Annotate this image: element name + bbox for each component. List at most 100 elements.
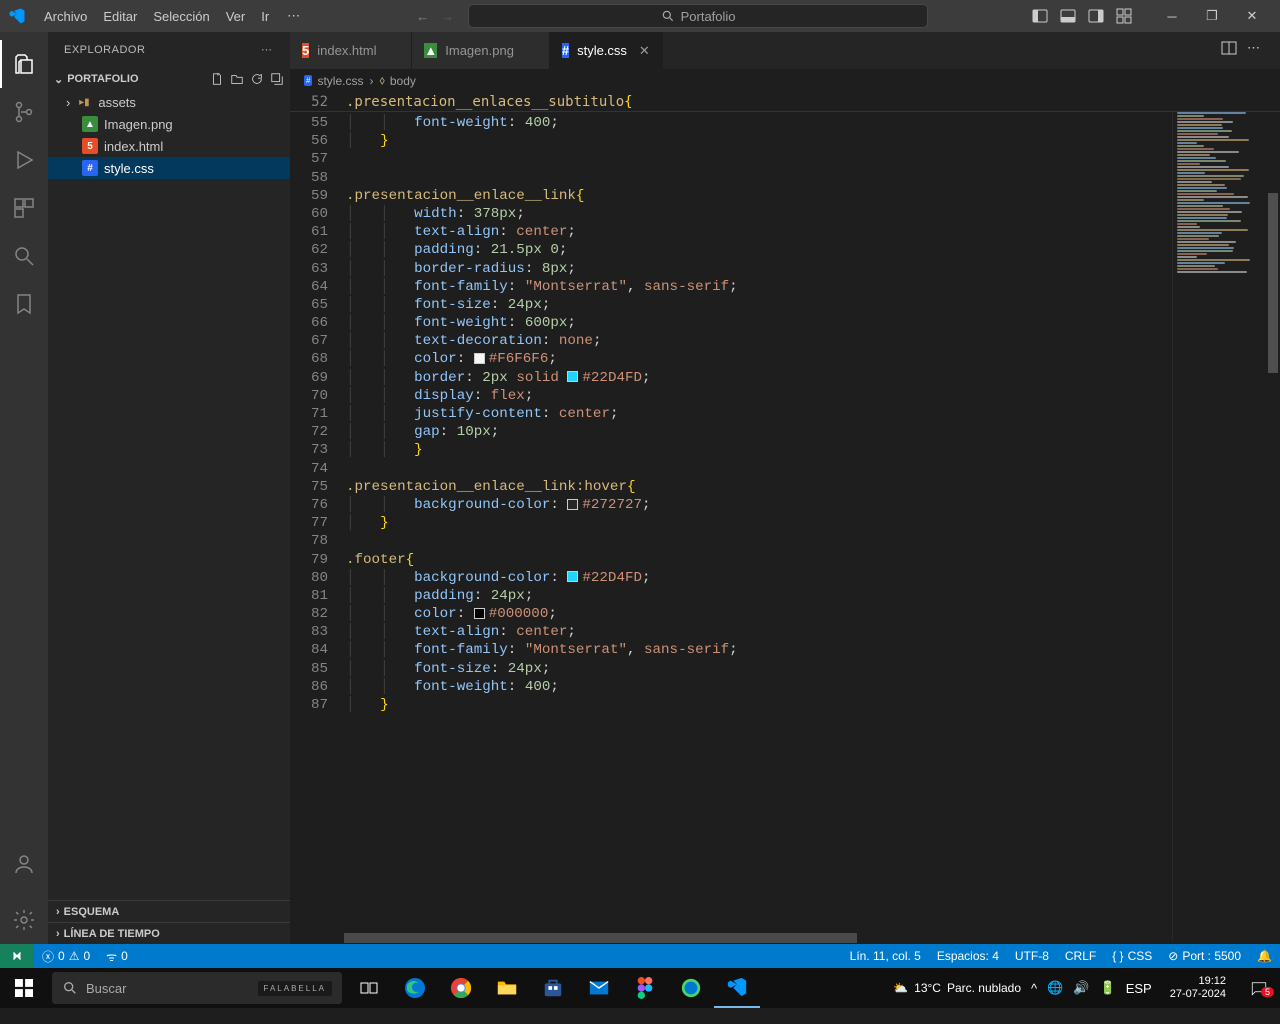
menu-archivo[interactable]: Archivo: [36, 5, 95, 28]
taskbar-notifications[interactable]: 5: [1244, 979, 1274, 997]
sticky-scroll[interactable]: 52 .presentacion__enlaces__subtitulo{: [290, 93, 1280, 112]
file-tree-item[interactable]: ▲Imagen.png: [48, 113, 290, 135]
taskbar-chrome-icon[interactable]: [438, 968, 484, 1008]
editor-tab[interactable]: #style.css✕: [550, 32, 663, 69]
taskbar-edge2-icon[interactable]: [668, 968, 714, 1008]
status-problems[interactable]: ⓧ0 ⚠0: [34, 948, 98, 965]
project-name: PORTAFOLIO: [67, 73, 138, 85]
activity-bar: [0, 32, 48, 944]
menu-overflow-icon[interactable]: ⋯: [279, 8, 308, 24]
menu-ir[interactable]: Ir: [253, 5, 277, 28]
weather-icon: ⛅: [893, 981, 908, 995]
file-tree-item[interactable]: #style.css: [48, 157, 290, 179]
folder-icon: ▸▮: [76, 94, 92, 110]
editor-tabs: 5index.html✕▲Imagen.png✕#style.css✕: [290, 32, 1280, 69]
status-language[interactable]: { }CSS: [1104, 949, 1160, 963]
horizontal-scrollbar[interactable]: [344, 932, 1172, 944]
close-tab-icon[interactable]: ✕: [639, 43, 650, 59]
new-folder-icon[interactable]: [230, 72, 244, 86]
breadcrumb[interactable]: #style.css › ⬨body: [290, 69, 1280, 93]
status-radio[interactable]: ᯤ0: [98, 948, 136, 965]
start-button[interactable]: [0, 968, 48, 1008]
status-eol[interactable]: CRLF: [1057, 949, 1104, 963]
editor-tab[interactable]: 5index.html✕: [290, 32, 412, 69]
taskbar-explorer-icon[interactable]: [484, 968, 530, 1008]
timeline-section[interactable]: ›LÍNEA DE TIEMPO: [48, 922, 290, 944]
taskbar-store-icon[interactable]: [530, 968, 576, 1008]
file-tree-item[interactable]: 5index.html: [48, 135, 290, 157]
status-indentation[interactable]: Espacios: 4: [929, 949, 1007, 963]
file-tree-item[interactable]: ›▸▮assets: [48, 91, 290, 113]
outline-section[interactable]: ›ESQUEMA: [48, 900, 290, 922]
chevron-right-icon: ›: [56, 928, 60, 940]
chevron-right-icon: ›: [369, 74, 373, 88]
new-file-icon[interactable]: [210, 72, 224, 86]
taskbar-mail-icon[interactable]: [576, 968, 622, 1008]
collapse-all-icon[interactable]: [270, 72, 284, 86]
menu-selección[interactable]: Selección: [145, 5, 217, 28]
activity-extensions-icon[interactable]: [0, 184, 48, 232]
split-editor-icon[interactable]: [1221, 40, 1237, 56]
toggle-secondary-sidebar-icon[interactable]: [1088, 8, 1104, 24]
editor-area: 5index.html✕▲Imagen.png✕#style.css✕ #sty…: [290, 32, 1280, 944]
code-editor[interactable]: 52 .presentacion__enlaces__subtitulo{ 55…: [290, 93, 1280, 944]
status-encoding[interactable]: UTF-8: [1007, 949, 1057, 963]
status-cursor-position[interactable]: Lín. 11, col. 5: [842, 949, 929, 963]
task-view-icon[interactable]: [346, 968, 392, 1008]
nav-back-icon[interactable]: ←: [416, 9, 429, 24]
taskbar-search[interactable]: Buscar FALABELLA: [52, 972, 342, 1004]
chevron-right-icon: ›: [56, 906, 60, 918]
explorer-more-icon[interactable]: ⋯: [261, 43, 274, 56]
titlebar: ArchivoEditarSelecciónVerIr ⋯ ← → Portaf…: [0, 0, 1280, 32]
status-bar: ⓧ0 ⚠0 ᯤ0 Lín. 11, col. 5 Espacios: 4 UTF…: [0, 944, 1280, 968]
activity-settings-icon[interactable]: [0, 896, 48, 944]
chevron-down-icon: ⌄: [54, 73, 63, 86]
status-notifications-icon[interactable]: 🔔: [1249, 949, 1280, 963]
taskbar-clock[interactable]: 19:12 27-07-2024: [1162, 975, 1234, 1001]
css-file-icon: #: [82, 160, 98, 176]
window-minimize-icon[interactable]: ─: [1152, 0, 1192, 32]
project-header[interactable]: ⌄ PORTAFOLIO: [48, 67, 290, 91]
command-center-search[interactable]: Portafolio: [468, 4, 928, 28]
tray-network-icon[interactable]: 🌐: [1047, 980, 1063, 996]
editor-tab[interactable]: ▲Imagen.png✕: [412, 32, 549, 69]
html-file-icon: 5: [302, 43, 309, 58]
activity-account-icon[interactable]: [0, 840, 48, 888]
window-close-icon[interactable]: ✕: [1232, 0, 1272, 32]
tray-volume-icon[interactable]: 🔊: [1073, 980, 1089, 996]
remote-indicator[interactable]: [0, 944, 34, 968]
tray-keyboard[interactable]: ESP: [1126, 981, 1152, 996]
menu-ver[interactable]: Ver: [218, 5, 254, 28]
nav-buttons: ← →: [404, 9, 466, 24]
taskbar-figma-icon[interactable]: [622, 968, 668, 1008]
refresh-icon[interactable]: [250, 72, 264, 86]
nav-forward-icon[interactable]: →: [441, 9, 454, 24]
explorer-title: EXPLORADOR: [64, 44, 145, 56]
menu-editar[interactable]: Editar: [95, 5, 145, 28]
customize-layout-icon[interactable]: [1116, 8, 1132, 24]
activity-search-icon[interactable]: [0, 232, 48, 280]
windows-taskbar: Buscar FALABELLA ⛅ 13°C Parc. nublado ^ …: [0, 968, 1280, 1008]
error-icon: ⓧ: [42, 948, 54, 965]
tray-battery-icon[interactable]: 🔋: [1100, 980, 1116, 996]
activity-run-debug-icon[interactable]: [0, 136, 48, 184]
taskbar-vscode-icon[interactable]: [714, 968, 760, 1008]
taskbar-edge-icon[interactable]: [392, 968, 438, 1008]
activity-explorer-icon[interactable]: [0, 40, 48, 88]
broadcast-icon: ᯤ: [106, 948, 117, 965]
more-actions-icon[interactable]: ⋯: [1247, 40, 1260, 56]
taskbar-weather[interactable]: ⛅ 13°C Parc. nublado: [893, 981, 1021, 995]
tray-chevron-icon[interactable]: ^: [1031, 981, 1037, 996]
window-maximize-icon[interactable]: ❐: [1192, 0, 1232, 32]
activity-source-control-icon[interactable]: [0, 88, 48, 136]
toggle-panel-icon[interactable]: [1060, 8, 1076, 24]
vertical-scrollbar[interactable]: [1266, 93, 1280, 941]
minimap[interactable]: [1172, 93, 1266, 941]
status-live-server[interactable]: ⊘Port : 5500: [1160, 949, 1249, 963]
braces-icon: { }: [1112, 949, 1123, 963]
image-file-icon: ▲: [424, 43, 437, 58]
broadcast-off-icon: ⊘: [1168, 949, 1178, 963]
activity-bookmarks-icon[interactable]: [0, 280, 48, 328]
html-file-icon: 5: [82, 138, 98, 154]
toggle-primary-sidebar-icon[interactable]: [1032, 8, 1048, 24]
